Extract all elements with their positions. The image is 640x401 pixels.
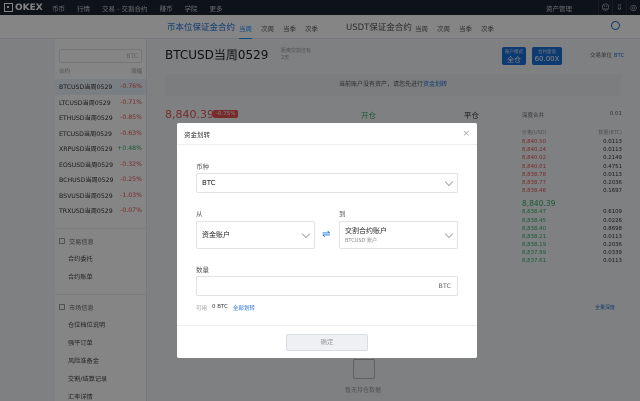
chevron-down-icon bbox=[301, 229, 311, 239]
coin-value: BTC bbox=[202, 179, 216, 187]
dialog-title: 资金划转 bbox=[184, 130, 210, 139]
swap-accounts-icon[interactable]: ⇌ bbox=[322, 229, 330, 240]
coin-label: 币种 bbox=[196, 163, 209, 171]
available-label: 可用 bbox=[196, 306, 208, 312]
chevron-down-icon bbox=[444, 177, 454, 187]
coin-select[interactable]: BTC bbox=[196, 173, 458, 193]
transfer-amount-input[interactable]: BTC bbox=[196, 276, 458, 296]
from-label: 从 bbox=[196, 210, 203, 218]
transfer-all-link[interactable]: 全部划转 bbox=[233, 304, 255, 312]
to-account-sub: BTCUSD 账户 bbox=[345, 238, 377, 244]
confirm-button[interactable]: 确定 bbox=[286, 334, 368, 351]
dialog-header: 资金划转 × bbox=[177, 123, 477, 145]
to-account-select[interactable]: 交割合约账户 BTCUSD 账户 bbox=[339, 221, 458, 249]
qty-label: 数量 bbox=[196, 266, 209, 274]
to-account-value: 交割合约账户 bbox=[345, 227, 387, 235]
chevron-down-icon bbox=[444, 229, 454, 239]
from-account-value: 资金账户 bbox=[202, 231, 230, 239]
close-icon[interactable]: × bbox=[462, 129, 470, 139]
from-account-select[interactable]: 资金账户 bbox=[196, 221, 315, 249]
available-balance: 可用 0 BTC 全部划转 bbox=[196, 304, 255, 312]
to-label: 到 bbox=[339, 210, 346, 218]
transfer-dialog: 资金划转 × 币种 BTC 从 资金账户 ⇌ 到 交割合约账户 BTCUSD 账… bbox=[177, 123, 477, 358]
amount-unit: BTC bbox=[438, 282, 451, 290]
available-value: 0 BTC bbox=[212, 304, 228, 310]
